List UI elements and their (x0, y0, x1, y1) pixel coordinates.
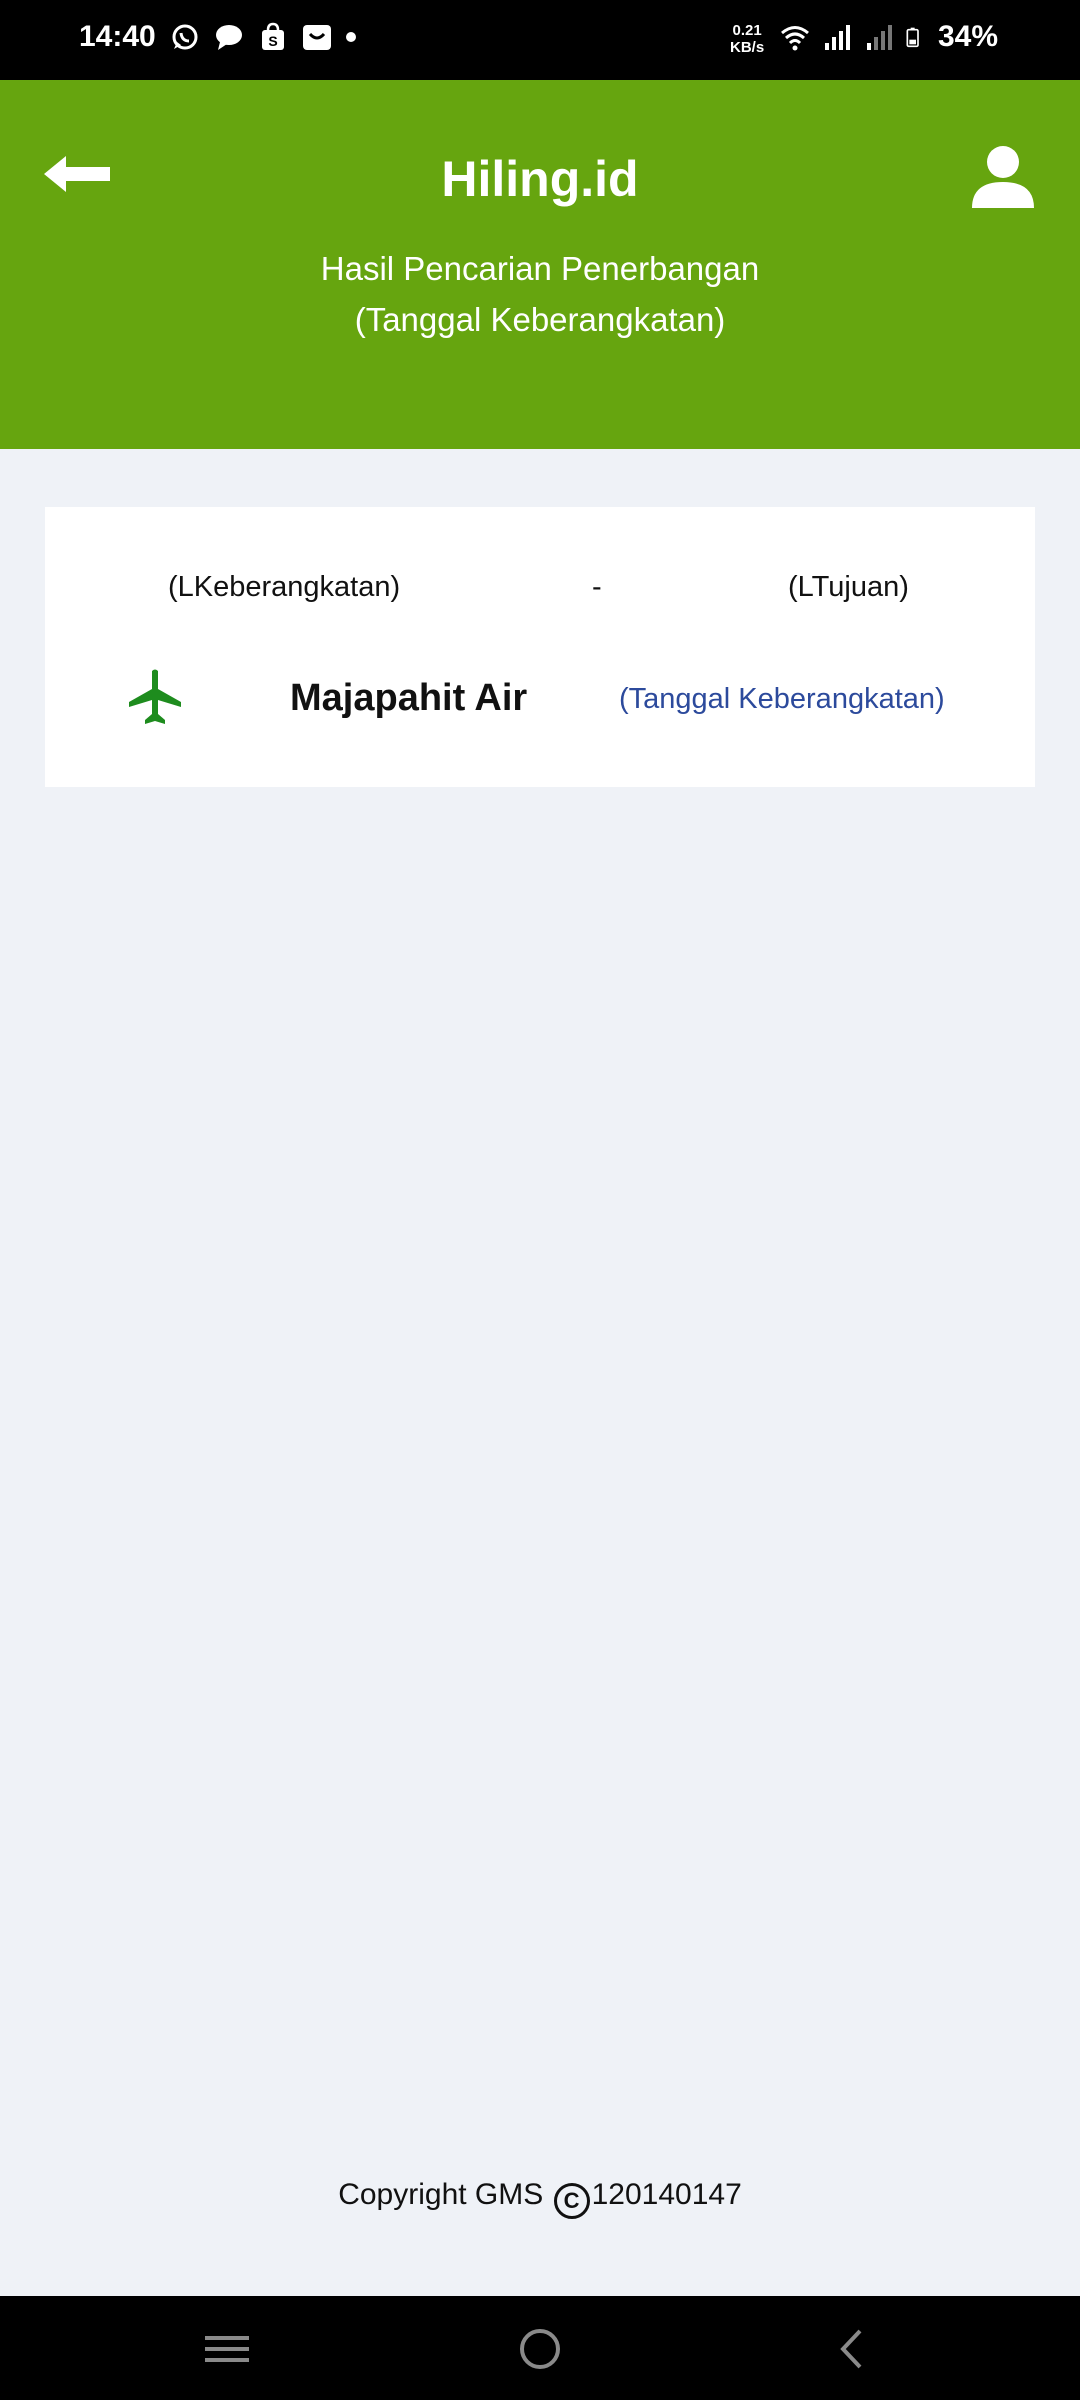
notification-icons: S (170, 22, 356, 52)
page-subtitle: Hasil Pencarian Penerbangan (Tanggal Keb… (0, 243, 1080, 345)
network-speed-unit: KB/s (730, 39, 765, 56)
mail-icon (303, 25, 331, 50)
notification-dot (346, 32, 356, 42)
route-separator: - (592, 571, 602, 603)
system-icons: 34% (780, 20, 998, 54)
svg-text:S: S (268, 33, 277, 49)
whatsapp-icon (172, 24, 198, 50)
departure-date-link[interactable]: (Tanggal Keberangkatan) (619, 683, 945, 716)
back-icon[interactable] (828, 2326, 878, 2372)
airplane-icon (129, 669, 181, 724)
copyright-footer: Copyright GMS C 120140147 (0, 2178, 1080, 2219)
signal-weak-icon (867, 25, 892, 50)
destination-label: (LTujuan) (788, 571, 909, 603)
menu-icon[interactable] (202, 2326, 252, 2372)
copyright-prefix: Copyright GMS (338, 2178, 544, 2211)
copyright-icon: C (553, 2183, 590, 2219)
page-title: Hiling.id (441, 151, 639, 207)
wifi-icon (781, 26, 809, 51)
app-header: Hiling.id Hasil Pencarian Penerbangan (T… (0, 80, 1080, 449)
network-speed: 0.21 KB/s (730, 22, 764, 56)
flight-result-card[interactable]: (LKeberangkatan) - (LTujuan) Majapahit A… (45, 507, 1035, 787)
signal-icon (825, 25, 850, 50)
battery-level: 34% (938, 20, 999, 53)
network-speed-value: 0.21 (732, 22, 762, 39)
message-icon (216, 25, 242, 50)
shopping-bag-icon: S (262, 22, 284, 50)
subtitle-line-2: (Tanggal Keberangkatan) (354, 301, 726, 338)
home-icon[interactable] (515, 2326, 565, 2372)
subtitle-line-1: Hasil Pencarian Penerbangan (320, 250, 760, 287)
origin-label: (LKeberangkatan) (168, 571, 401, 603)
copyright-id: 120140147 (591, 2178, 742, 2211)
user-icon[interactable] (970, 144, 1036, 210)
battery-icon (906, 27, 919, 48)
status-time: 14:40 (79, 20, 156, 53)
system-nav-bar (0, 2296, 1080, 2400)
airline-name: Majapahit Air (290, 677, 528, 719)
status-bar: 14:40 S 0.21 KB/s 34% (0, 0, 1080, 80)
